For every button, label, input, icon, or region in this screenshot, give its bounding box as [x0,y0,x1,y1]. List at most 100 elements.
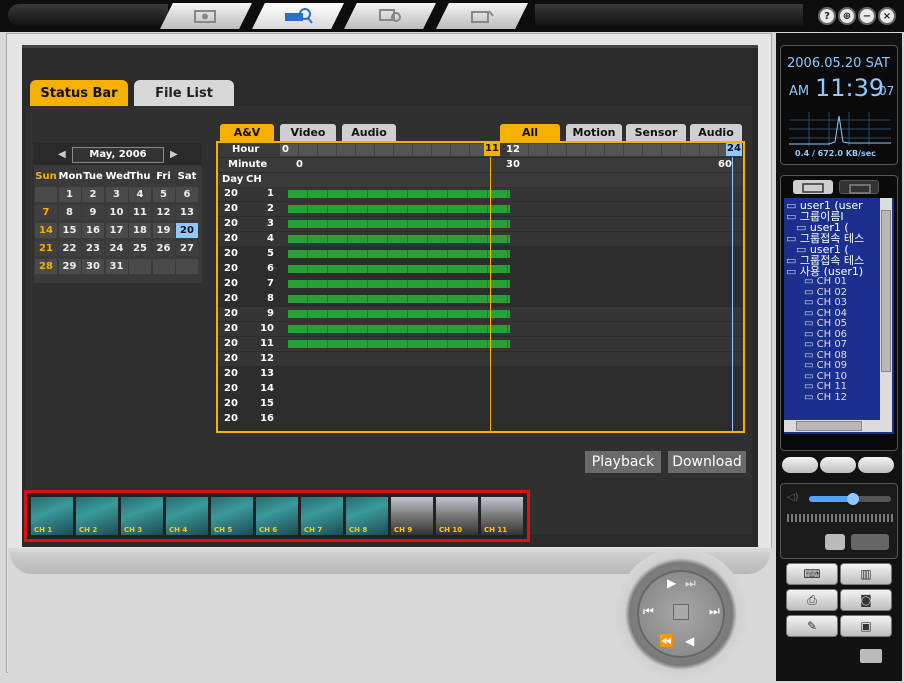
camera-thumbnail[interactable]: CH 10 [436,497,478,535]
calendar-day[interactable]: 21 [35,241,57,256]
tab-av[interactable]: A&V [220,124,274,141]
tab-motion[interactable]: Motion [566,124,622,141]
calendar-day[interactable]: 2 [82,187,104,202]
device-tree[interactable]: ▭ user1 (user ▭ 그룹이름I ▭ user1 (▭ 그룹접속 테스 ▭ … [784,198,894,434]
skip-back-button[interactable]: ⏮ [643,604,654,619]
reverse-play-button[interactable]: ◀ [685,634,694,648]
table-row[interactable]: 20 6 [218,262,743,276]
timeline-grid[interactable]: Hour 0 11 12 24 Minute 0 30 60 Day CH 20… [216,141,745,433]
calendar-day[interactable]: 11 [129,205,151,220]
play-button[interactable]: ▶ [667,576,676,590]
tree-vscroll-thumb[interactable] [881,210,891,372]
camera-thumbnail[interactable]: CH 5 [211,497,253,535]
calendar-day[interactable]: 26 [152,241,175,256]
calendar-day[interactable]: 10 [105,205,128,220]
calendar-day[interactable]: 25 [129,241,151,256]
skip-forward-button[interactable]: ⏭ [709,604,720,619]
recording-bar[interactable] [288,235,510,243]
table-row[interactable]: 20 14 [218,382,743,396]
tab-video[interactable]: Video [280,124,336,141]
table-row[interactable]: 20 3 [218,217,743,231]
tree-vscrollbar[interactable] [880,198,892,420]
layout-single-button[interactable] [782,457,818,473]
tab-audio[interactable]: Audio [342,124,396,141]
recording-bar[interactable] [288,220,510,228]
camera-thumbnail[interactable]: CH 6 [256,497,298,535]
tree-tab-device[interactable] [839,180,879,194]
tab-status-bar[interactable]: Status Bar [30,80,128,106]
calendar-day[interactable]: 15 [58,223,81,238]
table-row[interactable]: 20 9 [218,307,743,321]
calendar-day[interactable]: 14 [35,223,57,238]
playback-button[interactable]: Playback [585,451,661,473]
calendar-day[interactable]: 18 [129,223,151,238]
tree-hscroll-thumb[interactable] [796,421,862,431]
tab-all[interactable]: All [500,124,560,141]
table-row[interactable]: 20 10 [218,322,743,336]
snapshot-button[interactable]: ◙ [840,589,892,611]
volume-knob[interactable] [847,493,859,505]
tab-sensor[interactable]: Sensor [626,124,686,141]
calendar-day[interactable]: 22 [58,241,81,256]
calendar-day[interactable]: 13 [176,205,198,220]
color-adjust-button[interactable]: ✎ [786,615,838,637]
layout-quad-button[interactable] [820,457,856,473]
camera-thumbnail[interactable]: CH 1 [31,497,73,535]
tab-file-list[interactable]: File List [134,80,234,106]
camera-thumbnail[interactable]: CH 8 [346,497,388,535]
table-row[interactable]: 20 4 [218,232,743,246]
calendar-day[interactable]: 24 [105,241,128,256]
tab-live-view[interactable] [160,3,252,29]
table-row[interactable]: 20 13 [218,367,743,381]
audio-toggle-button[interactable] [851,534,889,550]
tab-search[interactable] [252,3,344,29]
calendar-day[interactable]: 6 [176,187,198,202]
camera-thumbnail[interactable]: CH 9 [391,497,433,535]
calendar-day[interactable]: 7 [35,205,57,220]
print-button[interactable]: ⎙ [786,589,838,611]
calendar-day[interactable]: 30 [82,259,104,274]
calendar-day[interactable]: 12 [152,205,175,220]
tab-settings[interactable] [436,3,528,29]
camera-thumbnail[interactable]: CH 11 [481,497,523,535]
next-month-button[interactable]: ▶ [170,149,178,160]
tab-remote-config[interactable] [344,3,436,29]
calendar-day[interactable]: 4 [129,187,151,202]
volume-slider[interactable] [809,493,891,505]
resize-handle[interactable] [860,649,882,663]
table-row[interactable]: 20 12 [218,352,743,366]
table-row[interactable]: 20 1 [218,187,743,201]
rewind-button[interactable]: ⏪ [659,634,674,648]
table-row[interactable]: 20 7 [218,277,743,291]
calendar-day[interactable]: 28 [35,259,57,274]
recording-bar[interactable] [288,190,510,198]
calendar-day[interactable]: 31 [105,259,128,274]
recording-bar[interactable] [288,250,510,258]
prev-month-button[interactable]: ◀ [58,149,66,160]
calendar-day[interactable]: 3 [105,187,128,202]
tree-hscrollbar[interactable] [784,420,892,432]
calendar-day[interactable]: 29 [58,259,81,274]
calendar-day[interactable]: 9 [82,205,104,220]
camera-thumbnail[interactable]: CH 4 [166,497,208,535]
recording-bar[interactable] [288,295,510,303]
recording-bar[interactable] [288,265,510,273]
recording-bar[interactable] [288,310,510,318]
mute-button[interactable] [825,534,845,550]
recording-bar[interactable] [288,205,510,213]
close-button[interactable]: × [878,7,896,25]
help-button[interactable]: ? [818,7,836,25]
minimize-button[interactable]: − [858,7,876,25]
calendar-day[interactable]: 16 [82,223,104,238]
recording-bar[interactable] [288,340,510,348]
table-row[interactable]: 20 8 [218,292,743,306]
calendar-day[interactable]: 20 [176,223,198,238]
calendar-day[interactable]: 23 [82,241,104,256]
table-row[interactable]: 20 15 [218,397,743,411]
layout-multi-button[interactable] [858,457,894,473]
recording-bar[interactable] [288,325,510,333]
camera-thumbnail[interactable]: CH 2 [76,497,118,535]
calendar-day[interactable]: 27 [176,241,198,256]
tree-channel[interactable]: ▭ CH 12 [786,392,882,404]
event-log-button[interactable]: ▥ [840,563,892,585]
